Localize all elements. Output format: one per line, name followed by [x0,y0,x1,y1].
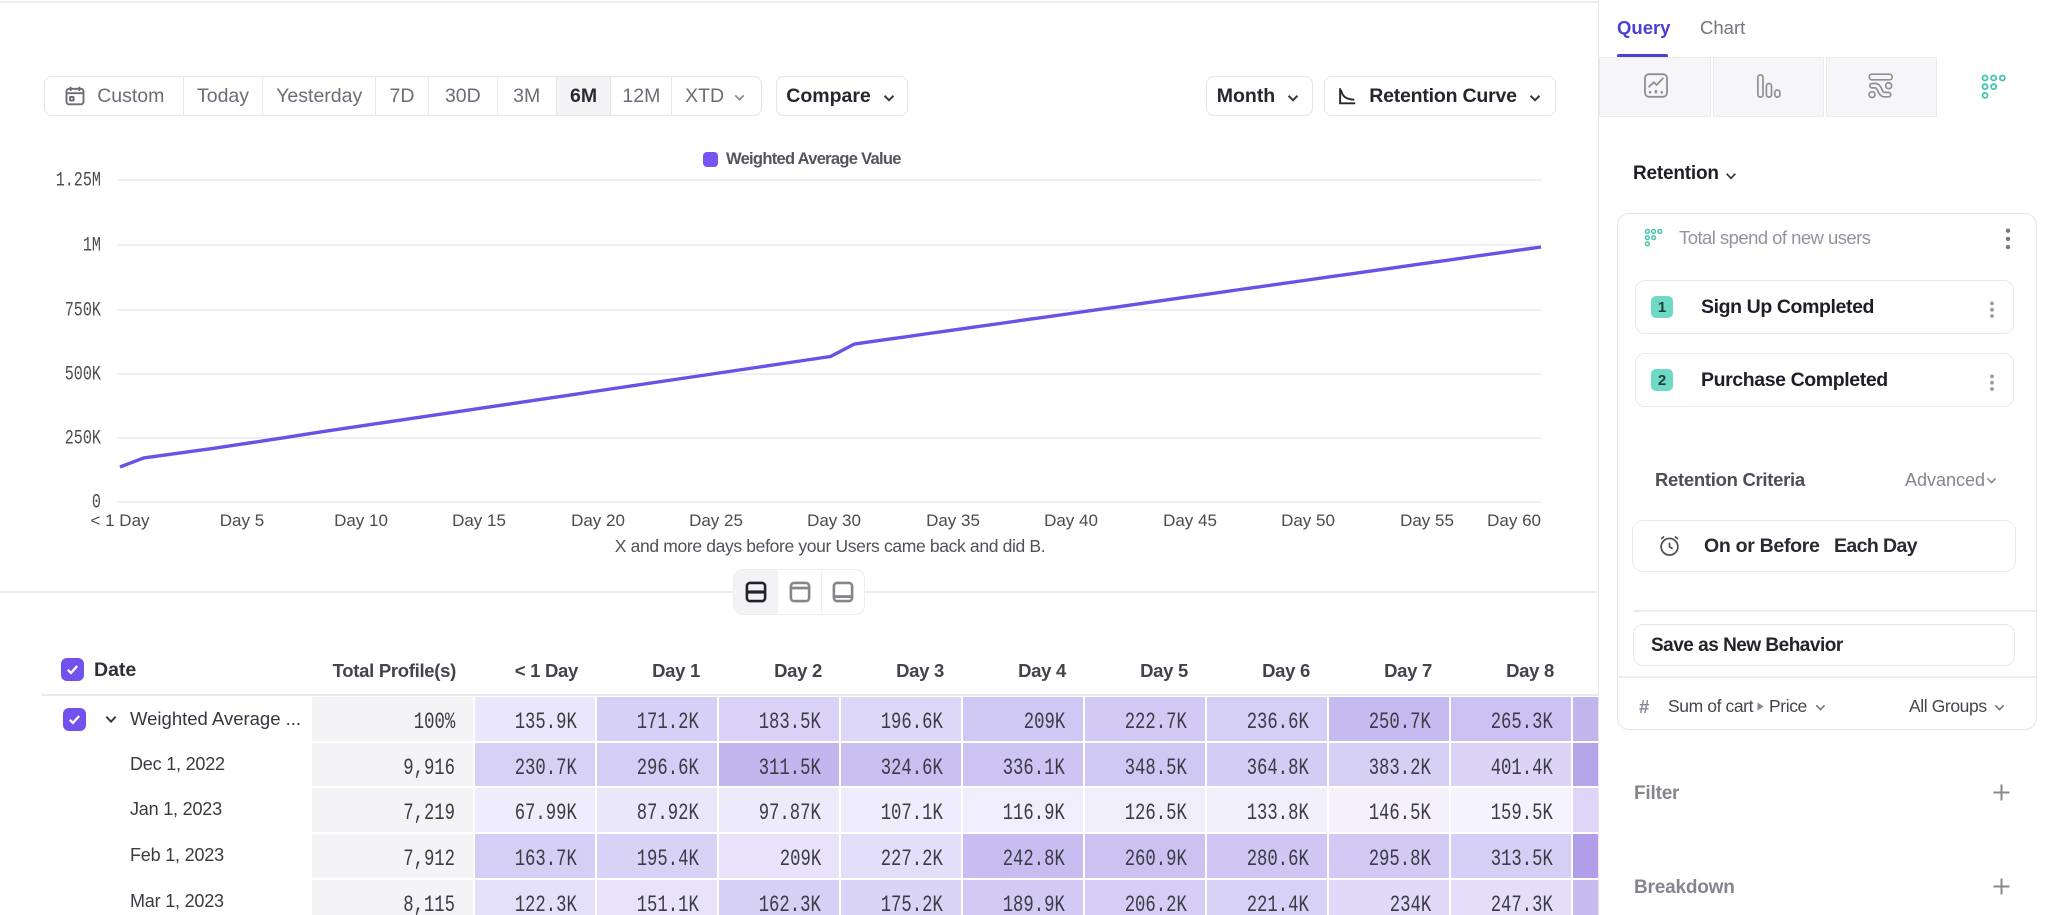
svg-text:Day 55: Day 55 [1400,511,1454,530]
svg-text:1.25M: 1.25M [56,170,101,193]
svg-text:< 1 Day: < 1 Day [90,511,150,530]
svg-text:Day 60: Day 60 [1487,511,1541,530]
svg-text:Day 40: Day 40 [1044,511,1098,530]
svg-text:750K: 750K [65,300,102,323]
svg-text:500K: 500K [65,364,102,387]
svg-text:1M: 1M [83,235,101,258]
svg-text:Day 5: Day 5 [220,511,264,530]
svg-text:Day 35: Day 35 [926,511,980,530]
svg-text:250K: 250K [65,428,102,451]
svg-text:Day 25: Day 25 [689,511,743,530]
svg-text:Day 10: Day 10 [334,511,388,530]
svg-text:Day 20: Day 20 [571,511,625,530]
svg-text:Day 30: Day 30 [807,511,861,530]
svg-text:Day 45: Day 45 [1163,511,1217,530]
svg-text:Day 50: Day 50 [1281,511,1335,530]
svg-text:Day 15: Day 15 [452,511,506,530]
